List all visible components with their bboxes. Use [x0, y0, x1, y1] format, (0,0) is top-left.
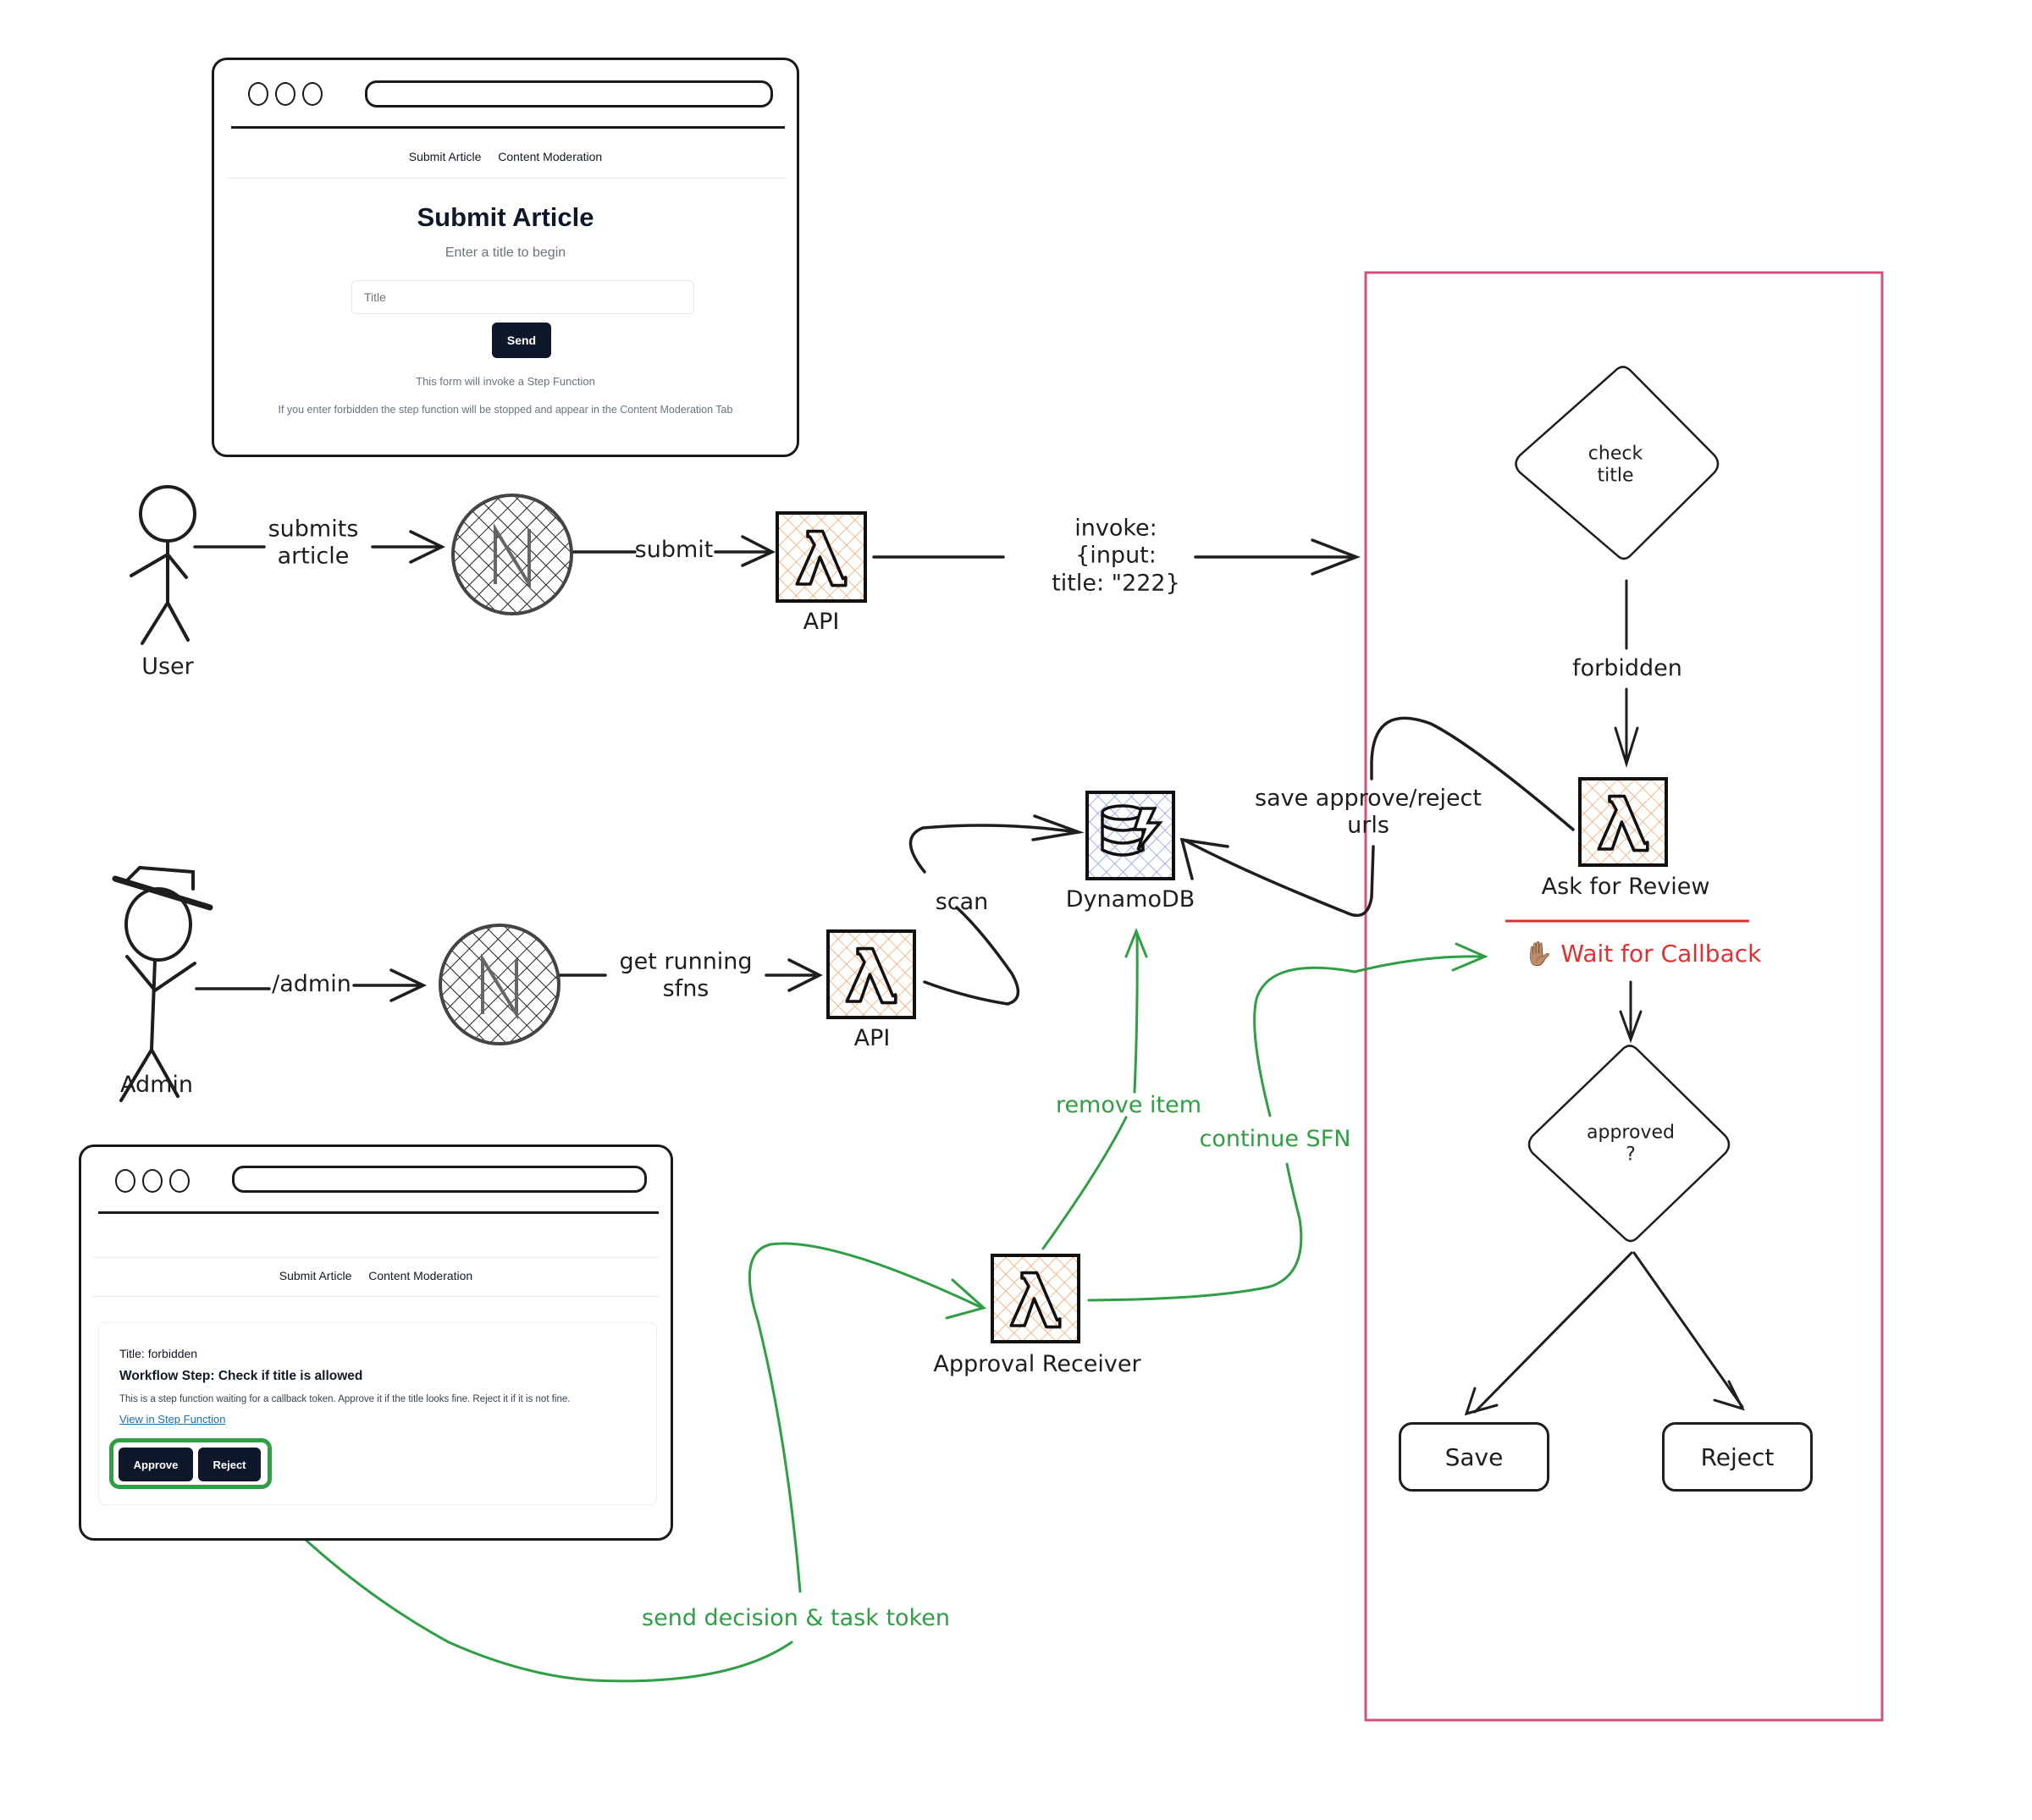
edge-label-scan: scan: [935, 888, 989, 915]
window-dot-icon: [248, 82, 268, 106]
window-dot-icon: [169, 1169, 190, 1193]
title-input[interactable]: [351, 280, 694, 314]
user-label: User: [141, 653, 194, 680]
user-stick-figure: [130, 485, 196, 645]
window-dot-icon: [302, 82, 323, 106]
nav-content-moderation[interactable]: Content Moderation: [498, 150, 602, 163]
edge-label-invoke: invoke: {input: title: "222}: [1052, 515, 1180, 597]
api2-label: API: [853, 1024, 891, 1051]
decision-button-group: Approve Reject: [109, 1438, 272, 1489]
window-controls: [248, 82, 323, 106]
window-dot-icon: [115, 1169, 135, 1193]
nav-divider: [226, 178, 785, 179]
nextjs-icon-admin: [439, 924, 560, 1045]
nav-content-moderation[interactable]: Content Moderation: [368, 1269, 472, 1282]
reject-state: Reject: [1662, 1422, 1813, 1492]
edge-approved-to-save: [1464, 1251, 1633, 1416]
edge-approved-to-reject: [1632, 1251, 1745, 1411]
api-label: API: [803, 608, 840, 635]
hand-icon: ✋🏽: [1523, 940, 1554, 968]
page-subtitle: Enter a title to begin: [444, 245, 566, 260]
nav-divider: [93, 1296, 659, 1297]
save-state: Save: [1399, 1422, 1549, 1492]
lambda-icon-admin-api: [826, 929, 916, 1019]
nav-submit-article[interactable]: Submit Article: [279, 1269, 352, 1282]
approved-label: approved ?: [1587, 1122, 1675, 1166]
wait-for-callback-label: Wait for Callback: [1560, 940, 1762, 968]
dynamodb-label: DynamoDB: [1065, 885, 1195, 913]
edge-label-submits-article: submits article: [268, 516, 359, 570]
lambda-icon: [776, 511, 867, 603]
form-note: This form will invoke a Step Function: [416, 375, 595, 388]
edge-label-get-running-sfns: get running sfns: [619, 948, 753, 1002]
window-controls: [115, 1169, 190, 1193]
toolbar-divider: [98, 1211, 659, 1214]
top-nav: Submit Article Content Moderation: [81, 1269, 671, 1282]
submit-article-browser: Submit Article Content Moderation Submit…: [212, 58, 799, 457]
approval-receiver-label: Approval Receiver: [933, 1350, 1141, 1377]
page-title: Submit Article: [417, 202, 594, 232]
edge-label-admin: /admin: [272, 970, 351, 997]
workflow-step: Workflow Step: Check if title is allowed: [119, 1369, 363, 1383]
admin-stick-figure: [112, 865, 213, 1102]
edge-label-remove-item: remove item: [1055, 1091, 1202, 1118]
nav-submit-article[interactable]: Submit Article: [409, 150, 482, 163]
edge-label-continue-sfn: continue SFN: [1199, 1125, 1351, 1152]
approval-receiver-lambda-icon: [991, 1254, 1080, 1343]
edge-label-forbidden: forbidden: [1572, 654, 1682, 681]
save-state-label: Save: [1444, 1442, 1504, 1471]
window-dot-icon: [275, 82, 295, 106]
admin-label: Admin: [119, 1071, 194, 1098]
nav-divider-top: [93, 1257, 659, 1258]
view-in-step-function-link[interactable]: View in Step Function: [119, 1413, 226, 1426]
address-bar[interactable]: [232, 1166, 647, 1193]
reject-state-label: Reject: [1700, 1442, 1775, 1471]
check-title-label: check title: [1588, 443, 1643, 487]
forbidden-note: If you enter forbidden the step function…: [278, 404, 733, 416]
content-moderation-browser: Submit Article Content Moderation Title:…: [79, 1144, 673, 1541]
reject-button[interactable]: Reject: [198, 1448, 261, 1481]
send-button[interactable]: Send: [492, 323, 551, 358]
ask-for-review-lambda-icon: [1578, 777, 1668, 867]
nextjs-icon: [451, 494, 573, 615]
edge-label-send-decision: send decision & task token: [642, 1604, 950, 1631]
moderation-card: Title: forbidden Workflow Step: Check if…: [98, 1322, 657, 1505]
card-description: This is a step function waiting for a ca…: [119, 1394, 571, 1404]
wait-for-callback: ✋🏽 Wait for Callback: [1524, 940, 1762, 968]
dynamodb-icon: [1085, 791, 1175, 880]
edge-receiver-to-dynamodb: [1041, 927, 1148, 1250]
approve-button[interactable]: Approve: [119, 1448, 193, 1481]
edge-wait-to-approved: [1619, 980, 1643, 1044]
card-title: Title: forbidden: [119, 1347, 198, 1360]
ask-for-review-label: Ask for Review: [1541, 873, 1710, 900]
edge-label-save-urls: save approve/reject urls: [1255, 785, 1482, 839]
edge-receiver-to-wait-callback: [1087, 942, 1488, 1302]
window-dot-icon: [142, 1169, 163, 1193]
top-nav: Submit Article Content Moderation: [214, 150, 797, 163]
toolbar-divider: [231, 126, 785, 129]
address-bar[interactable]: [365, 80, 773, 108]
edge-label-submit: submit: [634, 536, 714, 563]
